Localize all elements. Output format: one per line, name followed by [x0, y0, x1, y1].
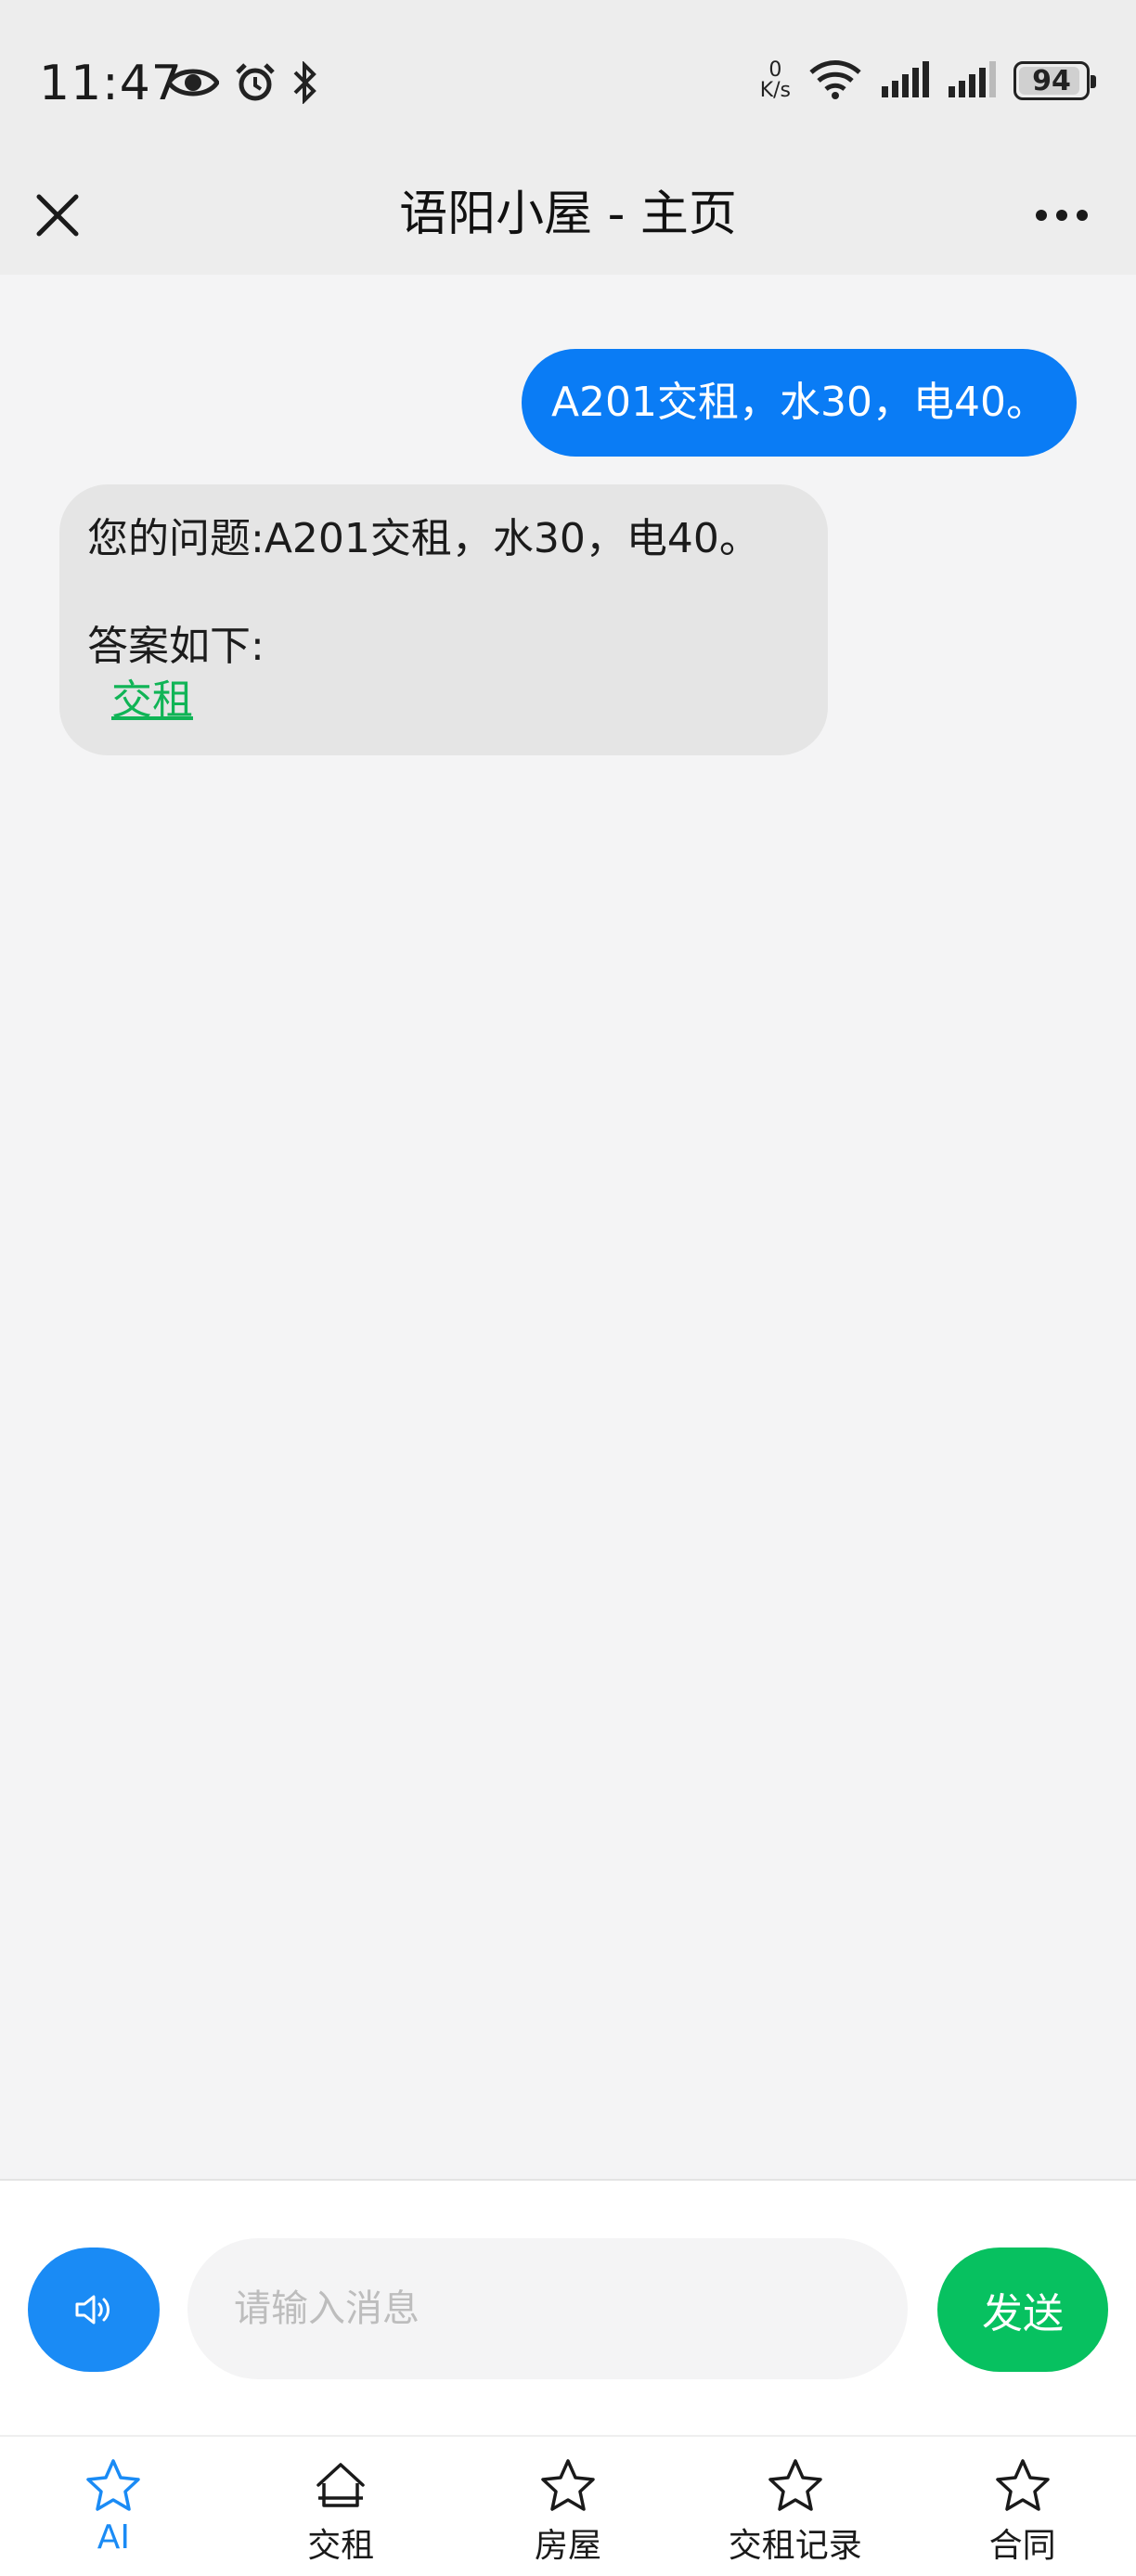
tab-contracts[interactable]: 合同 — [909, 2437, 1136, 2576]
net-speed: 0 K/s — [760, 60, 791, 101]
bluetooth-icon — [291, 60, 319, 108]
tab-label: 交租记录 — [728, 2527, 862, 2565]
voice-button[interactable] — [28, 2248, 160, 2372]
home-icon — [316, 2463, 365, 2507]
status-time: 11:47 — [39, 56, 183, 111]
input-bar: 发送 — [0, 2179, 1136, 2435]
battery-level: 94 — [1032, 64, 1071, 97]
star-icon — [86, 2459, 141, 2511]
wifi-icon — [807, 58, 863, 104]
star-icon — [541, 2459, 595, 2511]
tab-label: 合同 — [988, 2527, 1056, 2565]
tab-label: 房屋 — [534, 2527, 601, 2565]
eye-icon — [166, 64, 220, 105]
bot-question-text: 您的问题:A201交租，水30，电40。 — [87, 515, 760, 562]
star-icon — [995, 2459, 1050, 2511]
tab-bar: AI 交租 房屋 交租记录 合同 — [0, 2435, 1136, 2576]
status-right-icons: 0 K/s 94 — [760, 58, 1096, 104]
page-title: 语阳小屋 - 主页 — [399, 187, 737, 242]
net-speed-unit: K/s — [759, 79, 791, 102]
more-icon — [1036, 210, 1088, 221]
bot-answer-label: 答案如下: — [87, 623, 265, 670]
battery-tip — [1091, 75, 1096, 88]
tab-pay-rent[interactable]: 交租 — [227, 2437, 455, 2576]
more-button[interactable] — [1025, 186, 1099, 245]
signal-icon-secondary — [947, 60, 997, 101]
alarm-icon — [234, 61, 277, 108]
star-icon — [768, 2459, 822, 2511]
send-button[interactable]: 发送 — [937, 2248, 1108, 2372]
status-bar: 11:47 0 K/s 94 — [0, 0, 1136, 158]
net-speed-value: 0 — [768, 58, 782, 82]
tab-rent-records[interactable]: 交租记录 — [681, 2437, 909, 2576]
answer-link-pay-rent[interactable]: 交租 — [111, 674, 193, 728]
battery-icon: 94 — [1013, 61, 1096, 100]
nav-header: 语阳小屋 - 主页 — [0, 158, 1136, 275]
tab-houses[interactable]: 房屋 — [455, 2437, 682, 2576]
signal-icon — [880, 60, 930, 101]
message-input[interactable] — [187, 2238, 908, 2379]
speaker-icon — [75, 2295, 110, 2325]
tab-ai[interactable]: AI — [0, 2437, 227, 2576]
status-left-icons — [166, 60, 319, 108]
user-message-bubble: A201交租，水30，电40。 — [521, 349, 1077, 457]
tab-label: 交租 — [307, 2527, 375, 2565]
bot-message-bubble: 您的问题:A201交租，水30，电40。 答案如下: 交租 — [59, 484, 828, 755]
chat-area[interactable]: A201交租，水30，电40。 您的问题:A201交租，水30，电40。 答案如… — [0, 275, 1136, 2179]
tab-label: AI — [97, 2518, 131, 2557]
